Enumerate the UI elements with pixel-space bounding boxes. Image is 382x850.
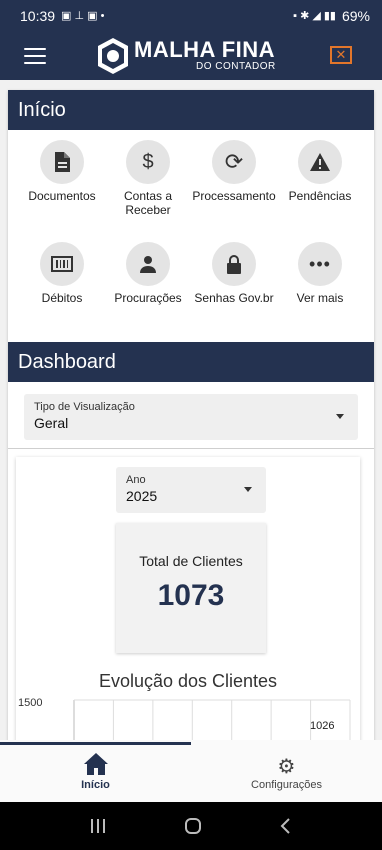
divider bbox=[8, 448, 374, 449]
view-type-label: Tipo de Visualização bbox=[34, 401, 135, 413]
section-title-dashboard: Dashboard bbox=[8, 342, 374, 382]
nav-home-label: Início bbox=[81, 779, 110, 791]
main-content: Início Documentos $ Contas a Receber ⟳ P… bbox=[0, 80, 382, 740]
more-icon: ••• bbox=[309, 253, 331, 274]
shortcut-grid: Documentos $ Contas a Receber ⟳ Processa… bbox=[8, 130, 374, 340]
status-bar: 10:39 ▣ ⊥ ▣ • ▪ ✱ ◢ ▮▮ 69% bbox=[0, 0, 382, 32]
tile-label: Processamento bbox=[192, 189, 276, 203]
back-icon[interactable] bbox=[279, 818, 293, 834]
chart-title: Evolução dos Clientes bbox=[98, 671, 278, 691]
document-icon bbox=[55, 152, 70, 172]
tile-processamento[interactable]: ⟳ Processamento bbox=[191, 136, 277, 238]
app-bar: MALHA FINA DO CONTADOR ✕ bbox=[0, 32, 382, 80]
total-clients-value: 1073 bbox=[157, 579, 225, 612]
clients-evolution-chart: 1500 1026 bbox=[18, 697, 351, 740]
data-value-label: 1026 bbox=[310, 720, 334, 732]
tile-ver-mais[interactable]: ••• Ver mais bbox=[277, 238, 363, 340]
brand-title: MALHA FINA bbox=[134, 37, 276, 62]
active-tab-indicator bbox=[0, 742, 191, 745]
sync-icon: ⟳ bbox=[224, 149, 244, 174]
warning-icon bbox=[310, 153, 330, 171]
year-select[interactable]: Ano 2025 bbox=[116, 467, 266, 513]
menu-icon[interactable] bbox=[24, 48, 46, 64]
tile-label: Ver mais bbox=[296, 291, 344, 305]
tile-documentos[interactable]: Documentos bbox=[19, 136, 105, 238]
battery-level: 69% bbox=[341, 8, 370, 24]
nav-settings-label: Configurações bbox=[251, 779, 322, 791]
gear-icon: ⚙ bbox=[277, 756, 296, 778]
dollar-icon: $ bbox=[142, 150, 154, 173]
view-type-select[interactable]: Tipo de Visualização Geral bbox=[24, 394, 358, 440]
tile-label: Senhas Gov.br bbox=[194, 291, 274, 305]
lock-icon bbox=[227, 255, 241, 274]
dashboard-panel: Ano 2025 Total de Clientes 1073 Evolução… bbox=[16, 457, 360, 740]
year-value: 2025 bbox=[126, 488, 158, 504]
nav-settings[interactable]: ⚙ Configurações bbox=[191, 756, 382, 791]
tile-label: Procurações bbox=[114, 291, 182, 305]
home-button-icon[interactable] bbox=[184, 818, 202, 834]
tile-label: Documentos bbox=[28, 189, 96, 203]
tile-senhas-govbr[interactable]: Senhas Gov.br bbox=[191, 238, 277, 340]
close-icon[interactable]: ✕ bbox=[330, 46, 352, 64]
bottom-navigation: Início ⚙ Configurações bbox=[0, 740, 382, 802]
signal-icons: ▪ ✱ ◢ ▮▮ bbox=[293, 9, 336, 22]
tile-contas-a-receber[interactable]: $ Contas a Receber bbox=[105, 136, 191, 238]
shield-logo-icon bbox=[98, 38, 128, 74]
tile-label: Pendências bbox=[288, 189, 352, 203]
person-icon bbox=[140, 256, 156, 273]
view-type-value: Geral bbox=[34, 415, 69, 431]
status-time: 10:39 bbox=[20, 8, 56, 24]
brand-subtitle: DO CONTADOR bbox=[196, 61, 276, 72]
barcode-icon bbox=[51, 256, 73, 272]
tile-debitos[interactable]: Débitos bbox=[19, 238, 105, 340]
year-label: Ano bbox=[126, 474, 146, 486]
system-navigation-bar bbox=[0, 802, 382, 850]
tile-procuracoes[interactable]: Procurações bbox=[105, 238, 191, 340]
tile-label: Contas a Receber bbox=[123, 189, 173, 217]
tile-label: Débitos bbox=[41, 291, 83, 305]
total-clients-card: Total de Clientes 1073 bbox=[116, 523, 266, 653]
home-card: Início Documentos $ Contas a Receber ⟳ P… bbox=[8, 90, 374, 740]
recent-apps-icon[interactable] bbox=[89, 818, 107, 834]
nav-home[interactable]: Início bbox=[0, 752, 191, 791]
notification-icons: ▣ ⊥ ▣ • bbox=[61, 9, 105, 22]
brand-logo: MALHA FINA DO CONTADOR bbox=[96, 36, 286, 76]
y-tick-label: 1500 bbox=[18, 697, 42, 709]
home-icon bbox=[83, 753, 108, 775]
tile-pendencias[interactable]: Pendências bbox=[277, 136, 363, 238]
total-clients-label: Total de Clientes bbox=[139, 553, 243, 569]
section-title-inicio: Início bbox=[8, 90, 374, 130]
chevron-down-icon bbox=[336, 414, 344, 419]
chevron-down-icon bbox=[244, 487, 252, 492]
